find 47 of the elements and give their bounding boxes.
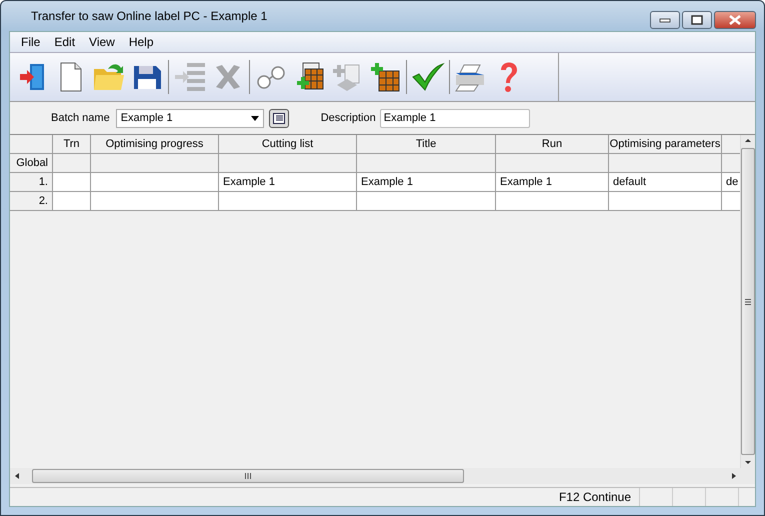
column-header[interactable]: Optimising parameters bbox=[609, 135, 722, 154]
column-header[interactable]: Title bbox=[357, 135, 496, 154]
list-button[interactable] bbox=[268, 108, 289, 128]
list-icon bbox=[272, 112, 285, 124]
grip-icon bbox=[245, 473, 251, 479]
close-icon bbox=[728, 15, 742, 25]
menu-item[interactable]: Edit bbox=[47, 35, 82, 49]
column-header[interactable]: Run bbox=[496, 135, 609, 154]
maximize-icon bbox=[691, 15, 703, 25]
scroll-right-icon[interactable] bbox=[731, 472, 737, 480]
table-cell: Example 1 bbox=[219, 173, 357, 192]
description-field[interactable]: Example 1 bbox=[380, 108, 530, 128]
blank-page-icon bbox=[59, 61, 83, 93]
column-header[interactable]: Trn bbox=[53, 135, 91, 154]
table-cell bbox=[53, 173, 91, 192]
caret-icon bbox=[250, 116, 259, 120]
menu-item[interactable]: File bbox=[14, 35, 48, 49]
row-header[interactable]: 2. bbox=[10, 192, 53, 211]
field-label: Description bbox=[320, 112, 376, 124]
close-button[interactable] bbox=[714, 11, 756, 29]
table-cell: Example 1 bbox=[496, 173, 609, 192]
column-header[interactable]: Optimising progress bbox=[91, 135, 219, 154]
window-title: Transfer to saw Online label PC - Example 1 bbox=[30, 9, 268, 23]
status-text: F12 Continue bbox=[550, 488, 640, 506]
vertical-scrollbar[interactable] bbox=[740, 135, 755, 468]
row-header[interactable]: 1. bbox=[10, 173, 53, 192]
row-header[interactable]: Global bbox=[10, 154, 53, 173]
table-cell: Example 1 bbox=[357, 173, 496, 192]
column-header[interactable]: Cutting list bbox=[219, 135, 357, 154]
table-cell bbox=[53, 154, 91, 173]
minimize-button[interactable] bbox=[650, 11, 680, 29]
menu-item[interactable]: View bbox=[82, 35, 122, 49]
horizontal-scrollbar[interactable] bbox=[10, 468, 755, 484]
table-cell bbox=[53, 192, 91, 211]
table-cell bbox=[722, 192, 740, 211]
checkmark-icon bbox=[411, 61, 445, 93]
grip-icon bbox=[745, 298, 751, 304]
scroll-left-icon[interactable] bbox=[14, 472, 20, 480]
field-label: Batch name bbox=[51, 112, 110, 124]
maximize-button[interactable] bbox=[682, 11, 712, 29]
table-cell: default bbox=[609, 173, 722, 192]
batch-name-dropdown[interactable]: Example 1 bbox=[116, 108, 264, 128]
table-cell: de bbox=[722, 173, 740, 192]
grid-plus-icon bbox=[369, 61, 401, 93]
list-arrow-icon bbox=[173, 61, 207, 93]
minimize-icon bbox=[659, 17, 671, 23]
menu-item[interactable]: Help bbox=[122, 35, 161, 49]
